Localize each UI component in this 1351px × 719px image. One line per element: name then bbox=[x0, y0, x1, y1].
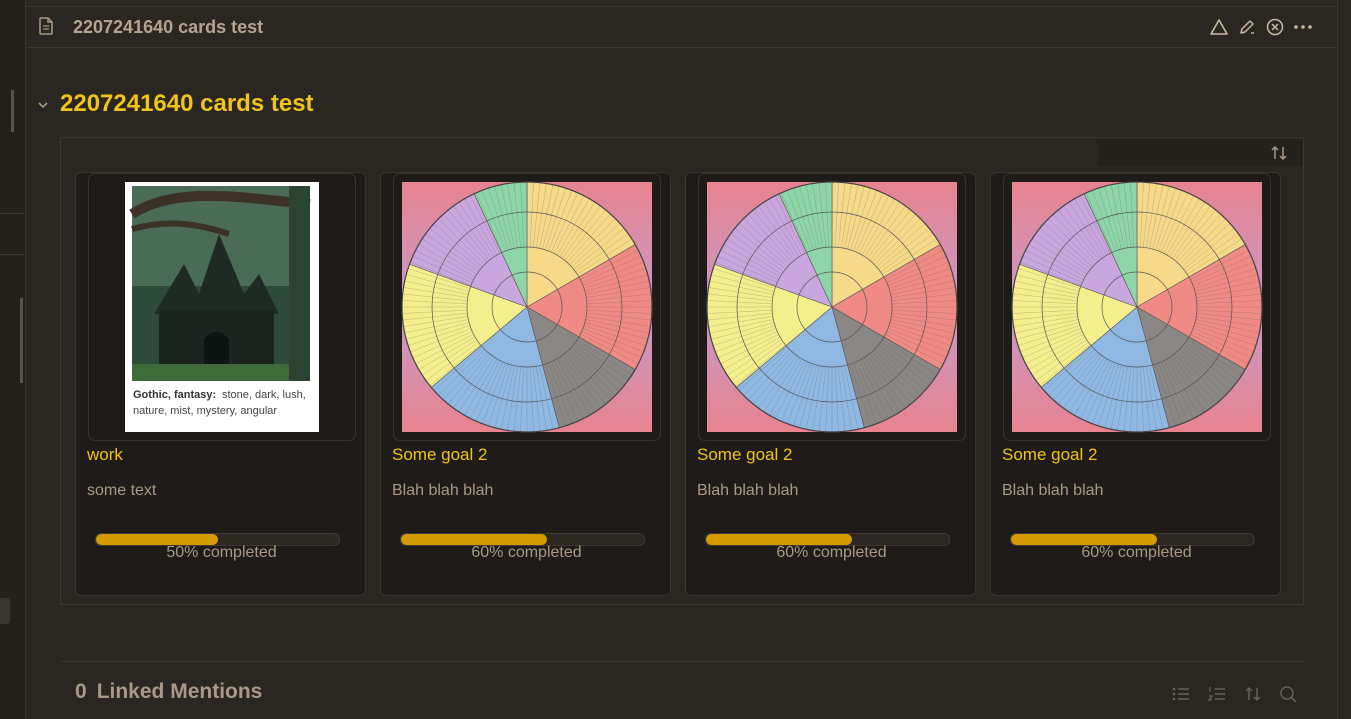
svg-text:nature, mist, mystery, angular: nature, mist, mystery, angular bbox=[133, 405, 277, 417]
numbered-list-icon[interactable] bbox=[1205, 682, 1229, 706]
note-heading: 2207241640 cards test bbox=[36, 90, 314, 118]
linked-mentions-header[interactable]: 0 Linked Mentions bbox=[75, 680, 262, 704]
document-icon bbox=[38, 17, 54, 39]
cards-list: Gothic, fantasy: stone, dark, lush, natu… bbox=[75, 172, 1281, 596]
progress-label: 60% completed bbox=[1081, 544, 1192, 561]
edit-pencil-icon[interactable] bbox=[1236, 16, 1258, 38]
sidebar-scroll-indicator[interactable] bbox=[11, 90, 14, 132]
more-options-icon[interactable] bbox=[1292, 16, 1314, 38]
emotion-wheel-image bbox=[394, 174, 660, 440]
card-title[interactable]: Some goal 2 bbox=[697, 445, 792, 465]
card-title[interactable]: Some goal 2 bbox=[1002, 445, 1097, 465]
sidebar-divider bbox=[0, 213, 25, 214]
card[interactable]: Some goal 2 Blah blah blah 60% completed bbox=[685, 172, 976, 596]
sort-toolbar bbox=[1097, 140, 1303, 166]
page-title: 2207241640 cards test bbox=[60, 90, 314, 117]
section-divider bbox=[60, 661, 1304, 662]
card-image-frame bbox=[393, 173, 661, 441]
list-icon[interactable] bbox=[1169, 682, 1193, 706]
view-title[interactable]: 2207241640 cards test bbox=[73, 17, 263, 38]
emotion-wheel-image bbox=[699, 174, 965, 440]
progress-label: 60% completed bbox=[776, 544, 887, 561]
linked-mentions-count: 0 bbox=[75, 680, 87, 703]
card-title[interactable]: work bbox=[87, 445, 123, 465]
gothic-house-image: Gothic, fantasy: stone, dark, lush, natu… bbox=[125, 182, 319, 432]
chevron-down-icon[interactable] bbox=[36, 95, 50, 114]
card-text: Blah blah blah bbox=[1002, 482, 1104, 499]
sidebar-scroll-indicator[interactable] bbox=[20, 298, 23, 383]
sidebar-divider bbox=[0, 254, 25, 255]
view-actions bbox=[1208, 16, 1314, 38]
cards-board: Gothic, fantasy: stone, dark, lush, natu… bbox=[60, 137, 1304, 605]
right-panel-edge bbox=[1337, 0, 1351, 719]
card-image-frame bbox=[1003, 173, 1271, 441]
sidebar-button[interactable] bbox=[0, 598, 10, 624]
search-icon[interactable] bbox=[1277, 682, 1301, 706]
image-caption-bold: Gothic, fantasy: bbox=[133, 389, 216, 401]
progress-label: 50% completed bbox=[166, 544, 277, 561]
emotion-wheel-image bbox=[1004, 174, 1270, 440]
linked-mentions-label: Linked Mentions bbox=[96, 680, 263, 703]
card-image-frame bbox=[698, 173, 966, 441]
card-title[interactable]: Some goal 2 bbox=[392, 445, 487, 465]
card[interactable]: Some goal 2 Blah blah blah 60% completed bbox=[380, 172, 671, 596]
linked-mentions-tools bbox=[1169, 682, 1301, 706]
card[interactable]: Some goal 2 Blah blah blah 60% completed bbox=[990, 172, 1281, 596]
card[interactable]: Gothic, fantasy: stone, dark, lush, natu… bbox=[75, 172, 366, 596]
left-sidebar-strip bbox=[0, 0, 26, 719]
card-text: Blah blah blah bbox=[697, 482, 799, 499]
card-image-frame: Gothic, fantasy: stone, dark, lush, natu… bbox=[88, 173, 356, 441]
progress-label: 60% completed bbox=[471, 544, 582, 561]
sort-icon[interactable] bbox=[1241, 682, 1265, 706]
card-text: some text bbox=[87, 482, 157, 499]
view-header: 2207241640 cards test bbox=[26, 6, 1336, 48]
close-circle-icon[interactable] bbox=[1264, 16, 1286, 38]
triangle-icon[interactable] bbox=[1208, 16, 1230, 38]
sort-icon[interactable] bbox=[1269, 144, 1289, 166]
svg-text:stone, dark, lush,: stone, dark, lush, bbox=[222, 389, 306, 401]
card-text: Blah blah blah bbox=[392, 482, 494, 499]
